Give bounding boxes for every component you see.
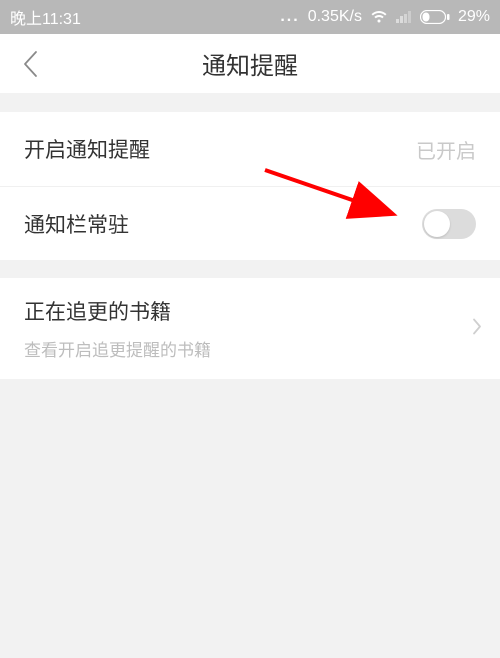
row-label: 开启通知提醒 — [24, 134, 416, 164]
toggle-sticky[interactable] — [422, 209, 476, 239]
battery-percent: 29% — [458, 8, 490, 26]
signal-icon — [396, 11, 412, 23]
chevron-right-icon — [472, 317, 482, 340]
section-gap — [0, 94, 500, 112]
status-right: ... 0.35K/s 29% — [81, 8, 490, 26]
chevron-left-icon — [21, 49, 39, 79]
row-sticky-notification: 通知栏常驻 — [0, 186, 500, 260]
more-dots-icon: ... — [280, 8, 299, 26]
toggle-knob — [424, 211, 450, 237]
status-time: 晚上11:31 — [10, 5, 81, 29]
row-label: 通知栏常驻 — [24, 209, 422, 239]
status-bar: 晚上11:31 ... 0.35K/s 29% — [0, 0, 500, 34]
wifi-icon — [370, 10, 388, 24]
row-value: 已开启 — [416, 135, 476, 164]
row-following-books[interactable]: 正在追更的书籍 查看开启追更提醒的书籍 — [0, 278, 500, 379]
back-button[interactable] — [0, 34, 60, 94]
section-gap — [0, 260, 500, 278]
network-speed: 0.35K/s — [308, 8, 362, 26]
page-title: 通知提醒 — [0, 46, 500, 81]
row-subtitle: 查看开启追更提醒的书籍 — [24, 336, 211, 361]
row-enable-notification[interactable]: 开启通知提醒 已开启 — [0, 112, 500, 186]
row-label: 正在追更的书籍 — [24, 296, 171, 326]
battery-icon — [420, 10, 450, 24]
header: 通知提醒 — [0, 34, 500, 94]
